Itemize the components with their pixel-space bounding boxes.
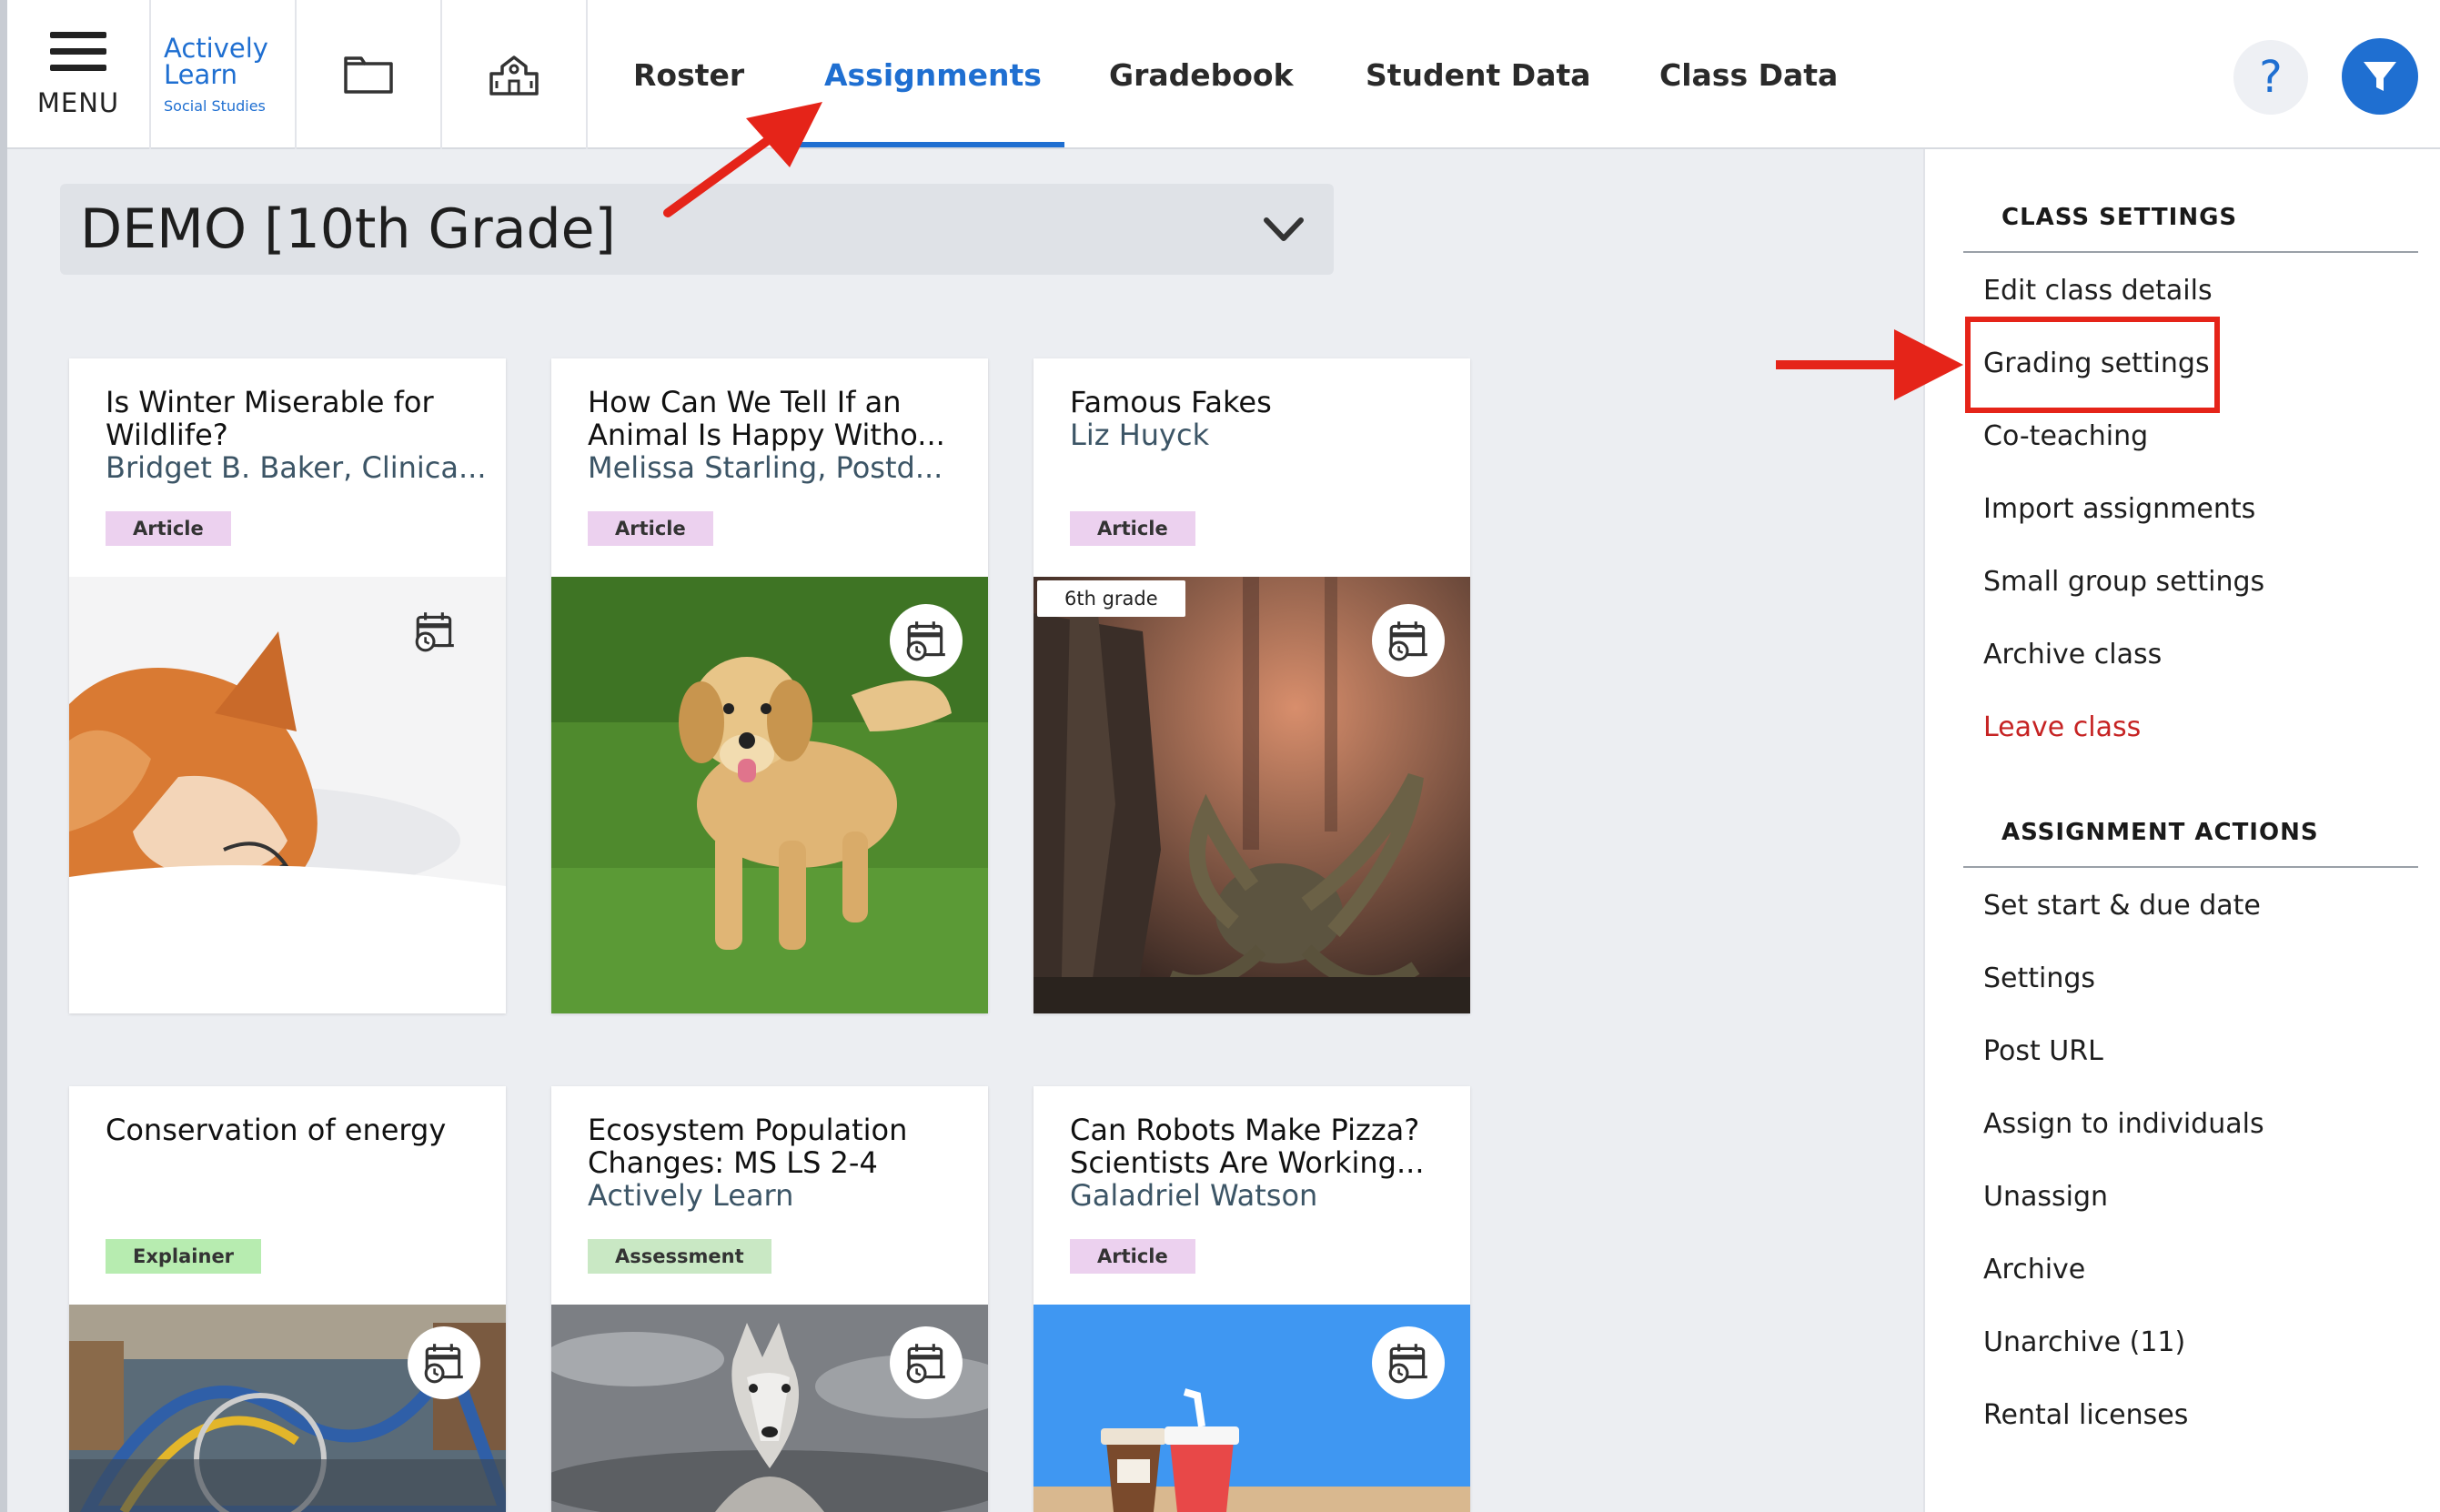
card-author: Actively Learn (588, 1178, 794, 1213)
post-url-link[interactable]: Post URL (1983, 1035, 2103, 1067)
tab-student-data[interactable]: Student Data (1366, 0, 1591, 149)
assignment-card[interactable]: Famous Fakes Liz Huyck Article 6th grade (1033, 358, 1470, 1013)
classes-button[interactable] (442, 0, 588, 149)
schedule-button[interactable] (890, 604, 963, 677)
card-author: Melissa Starling, Postd... (588, 450, 943, 485)
content-type-badge: Assessment (588, 1239, 771, 1274)
card-title: How Can We Tell If an Animal Is Happy Wi… (588, 386, 970, 484)
card-title-text: Is Winter Miserable for Wildlife? (106, 385, 434, 452)
archive-link[interactable]: Archive (1983, 1254, 2085, 1285)
card-author: Liz Huyck (1070, 418, 1210, 452)
grade-level-tag: 6th grade (1037, 580, 1185, 617)
class-selector[interactable]: DEMO [10th Grade] (60, 184, 1334, 275)
card-title-text: Can Robots Make Pizza? Scientists Are Wo… (1070, 1113, 1425, 1180)
content-type-badge: Explainer (106, 1239, 262, 1274)
card-title-text: How Can We Tell If an Animal Is Happy Wi… (588, 385, 945, 452)
menu-button[interactable]: MENU (7, 0, 151, 149)
filter-button[interactable] (2342, 38, 2418, 115)
folder-icon (344, 56, 393, 94)
small-group-settings-link[interactable]: Small group settings (1983, 566, 2264, 598)
tab-class-data[interactable]: Class Data (1659, 0, 1838, 149)
divider (1963, 251, 2418, 253)
leave-class-link[interactable]: Leave class (1983, 711, 2141, 743)
card-author: Bridget B. Baker, Clinica... (106, 450, 487, 485)
content-type-badge: Article (588, 511, 713, 546)
calendar-clock-icon (902, 617, 950, 664)
set-dates-link[interactable]: Set start & due date (1983, 890, 2261, 922)
help-button[interactable]: ? (2233, 40, 2308, 115)
school-icon (489, 55, 539, 96)
calendar-clock-icon (411, 608, 459, 655)
library-button[interactable] (297, 0, 442, 149)
card-title-text: Famous Fakes (1070, 385, 1272, 419)
schedule-button[interactable] (408, 1326, 480, 1399)
import-assignments-link[interactable]: Import assignments (1983, 493, 2255, 525)
logo-line1: Actively (164, 32, 268, 64)
logo-subject: Social Studies (164, 96, 266, 115)
assignment-card[interactable]: How Can We Tell If an Animal Is Happy Wi… (551, 358, 988, 1013)
assignment-card[interactable]: Ecosystem Population Changes: MS LS 2-4 … (551, 1086, 988, 1512)
tab-assignments[interactable]: Assignments (824, 0, 1042, 149)
assignment-settings-link[interactable]: Settings (1983, 963, 2095, 994)
help-icon: ? (2259, 52, 2283, 103)
unarchive-link[interactable]: Unarchive (11) (1983, 1326, 2185, 1358)
schedule-button[interactable] (1372, 1326, 1445, 1399)
assignment-card[interactable]: Can Robots Make Pizza? Scientists Are Wo… (1033, 1086, 1470, 1512)
assignment-card[interactable]: Conservation of energy Explainer (69, 1086, 506, 1512)
card-title: Famous Fakes Liz Huyck (1070, 386, 1452, 451)
calendar-clock-icon (420, 1339, 468, 1386)
top-navigation: MENU Actively Learn Social Studies Roste… (0, 0, 2440, 149)
assignment-card[interactable]: Is Winter Miserable for Wildlife? Bridge… (69, 358, 506, 1013)
content-type-badge: Article (106, 511, 231, 546)
assignment-actions-heading: ASSIGNMENT ACTIONS (2001, 819, 2319, 846)
class-settings-heading: CLASS SETTINGS (2001, 204, 2238, 231)
active-tab-indicator (797, 142, 1064, 147)
card-title-text: Conservation of energy (106, 1113, 447, 1147)
schedule-button[interactable] (1372, 604, 1445, 677)
card-title: Can Robots Make Pizza? Scientists Are Wo… (1070, 1114, 1452, 1212)
card-author: Galadriel Watson (1070, 1178, 1318, 1213)
filter-icon (2364, 62, 2396, 91)
class-selector-value: DEMO [10th Grade] (80, 197, 616, 261)
co-teaching-link[interactable]: Co-teaching (1983, 420, 2148, 452)
menu-label: MENU (36, 86, 120, 118)
unassign-link[interactable]: Unassign (1983, 1181, 2108, 1213)
content-type-badge: Article (1070, 511, 1195, 546)
assign-to-individuals-link[interactable]: Assign to individuals (1983, 1108, 2264, 1140)
logo-line2: Learn (164, 58, 238, 90)
card-title: Ecosystem Population Changes: MS LS 2-4 … (588, 1114, 970, 1212)
window-edge (0, 0, 7, 1512)
archive-class-link[interactable]: Archive class (1983, 639, 2162, 670)
calendar-clock-icon (1385, 617, 1432, 664)
card-title: Conservation of energy (106, 1114, 488, 1146)
card-title: Is Winter Miserable for Wildlife? Bridge… (106, 386, 488, 484)
chevron-down-icon (1264, 217, 1304, 241)
annotation-highlight-box (1965, 317, 2220, 413)
divider (1963, 866, 2418, 868)
calendar-clock-icon (1385, 1339, 1432, 1386)
schedule-button[interactable] (890, 1326, 963, 1399)
calendar-clock-icon (902, 1339, 950, 1386)
tab-roster[interactable]: Roster (633, 0, 744, 149)
rental-licenses-link[interactable]: Rental licenses (1983, 1399, 2188, 1431)
content-type-badge: Article (1070, 1239, 1195, 1274)
hamburger-icon (50, 31, 106, 71)
actively-learn-logo[interactable]: Actively Learn Social Studies (151, 0, 297, 149)
edit-class-details-link[interactable]: Edit class details (1983, 275, 2213, 307)
tab-gradebook[interactable]: Gradebook (1109, 0, 1294, 149)
card-title-text: Ecosystem Population Changes: MS LS 2-4 (588, 1113, 908, 1180)
schedule-button[interactable] (398, 595, 471, 668)
